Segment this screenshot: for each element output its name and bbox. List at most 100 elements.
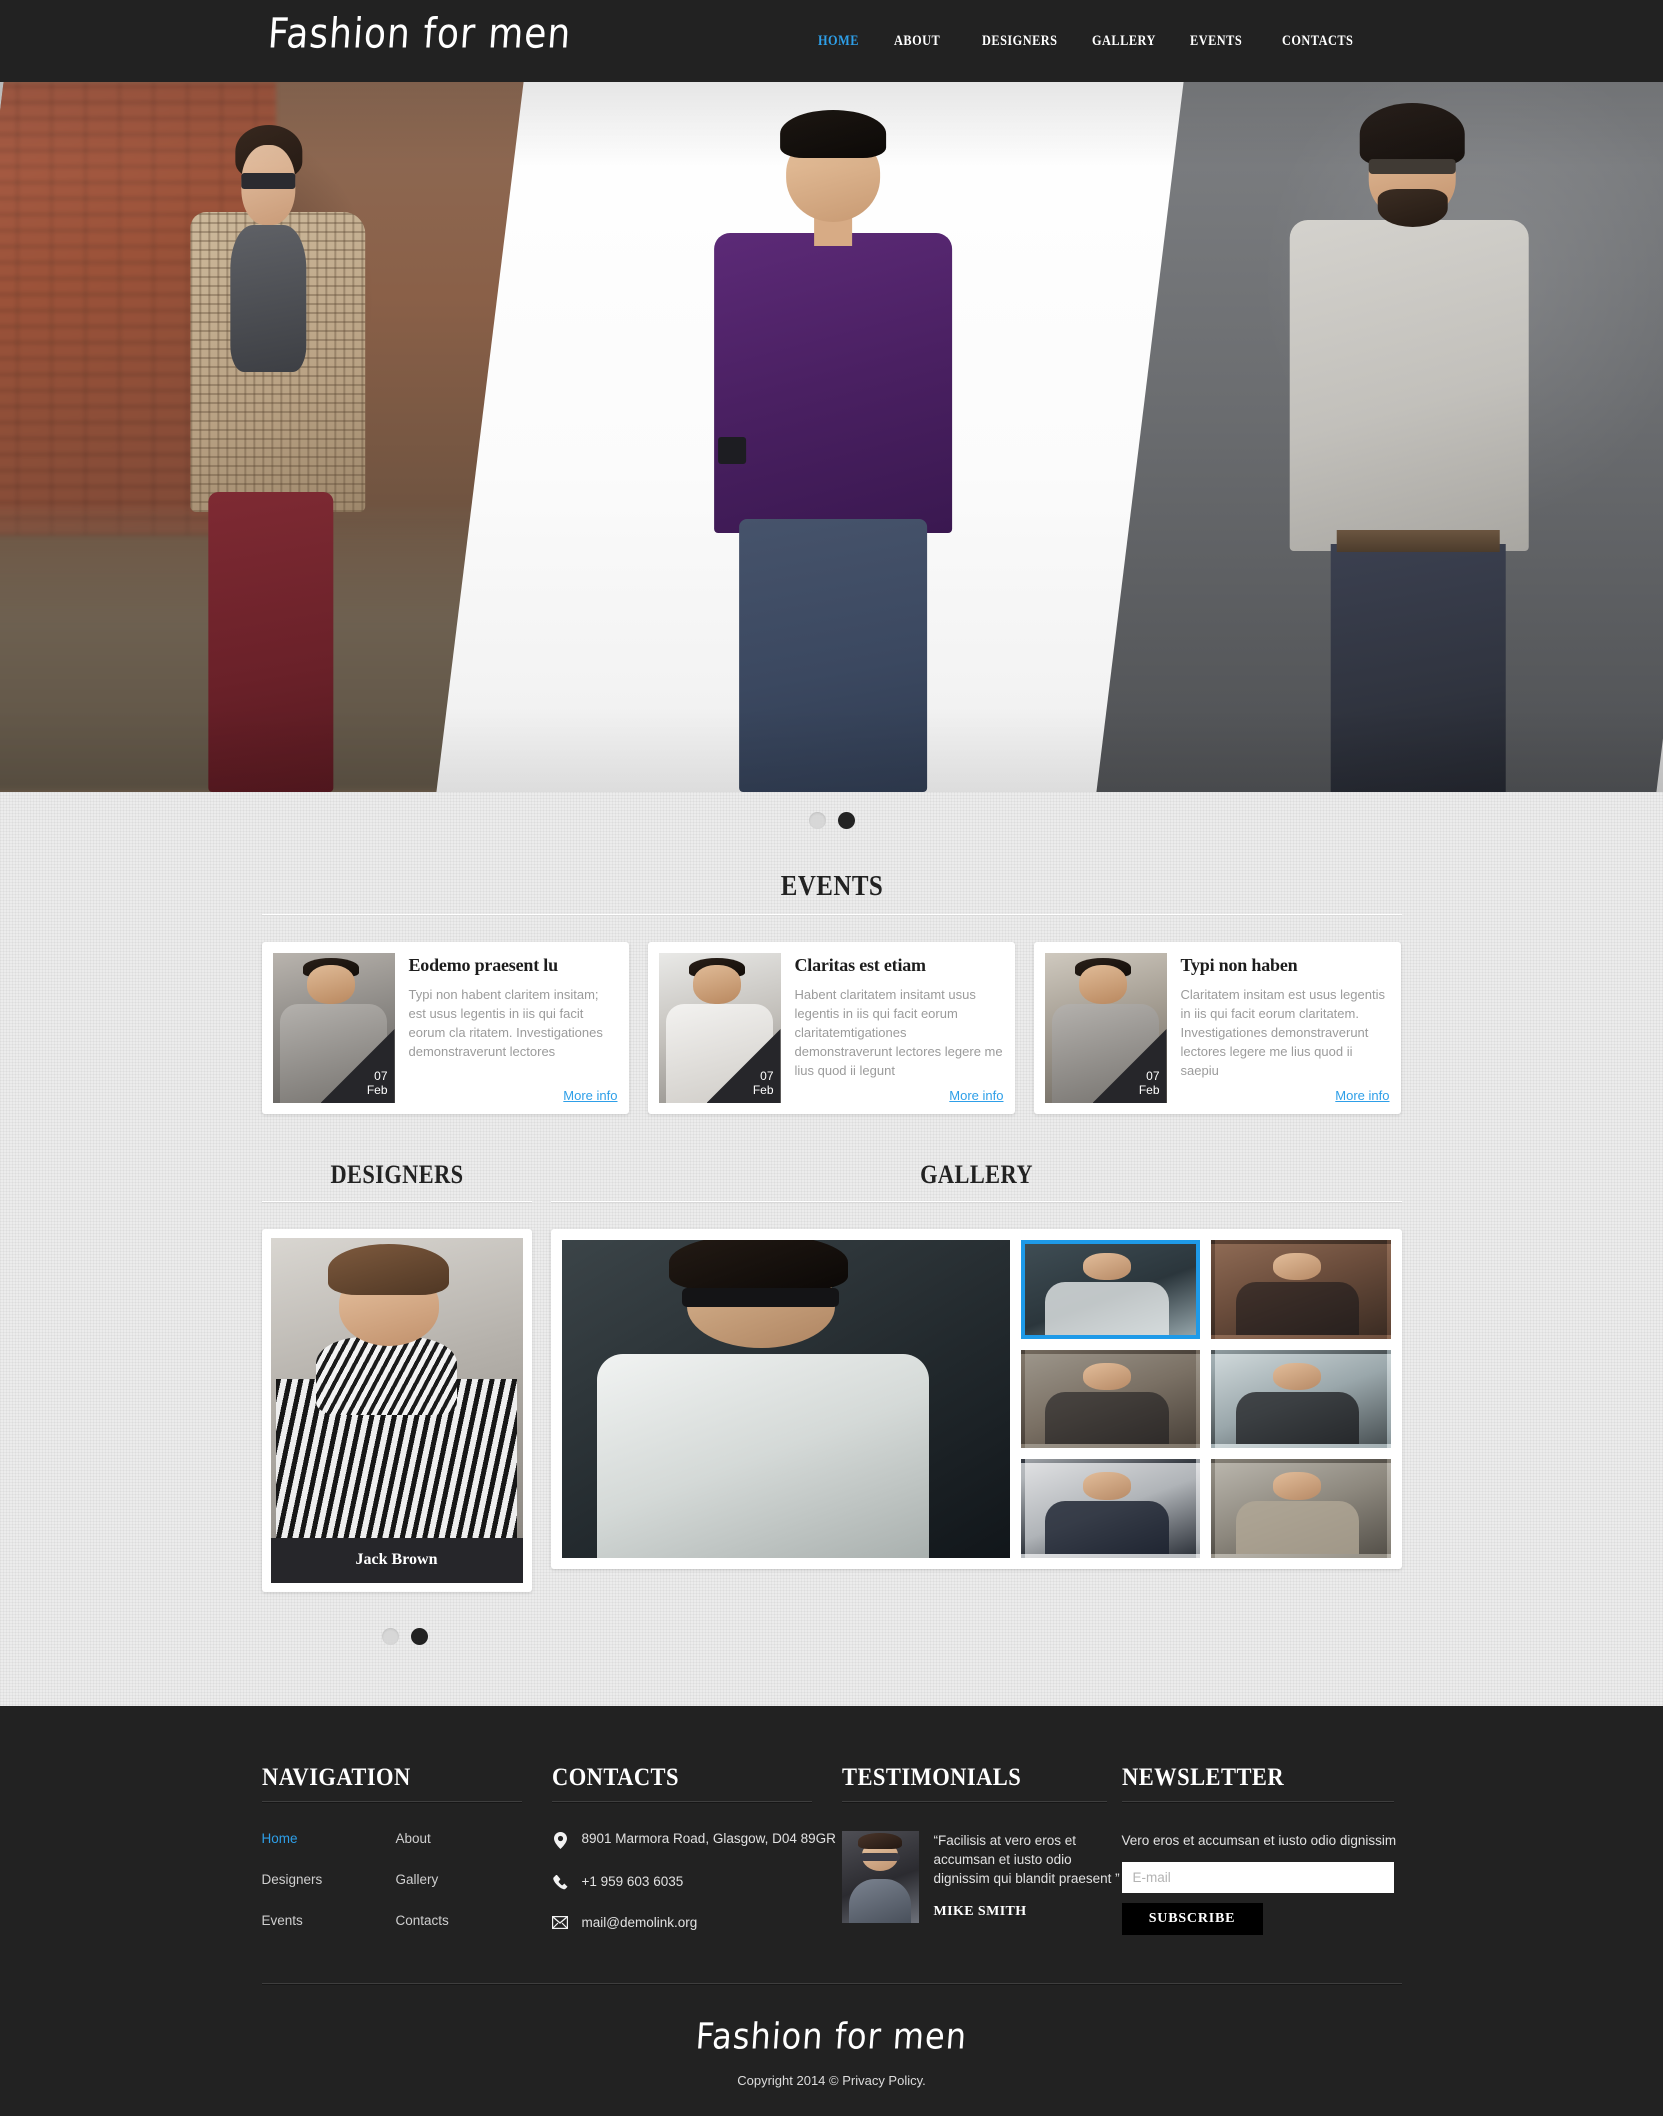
hero-pager-dot-2[interactable] [837,811,855,829]
gallery-thumbnail-grid [1020,1240,1391,1558]
hero-pager [0,792,1663,848]
footer-testimonials-column: TESTIMONIALS “Facilisis at vero eros et … [841,1764,1122,1935]
event-thumbnail[interactable]: 07 Feb [272,953,395,1103]
designers-pager-dot-2[interactable] [410,1627,428,1645]
footer-nav-designers[interactable]: Designers [262,1872,396,1887]
newsletter-subscribe-button[interactable]: SUBSCRIBE [1121,1903,1263,1935]
event-date-day: 07 [1146,1069,1160,1083]
event-card[interactable]: 07 Feb Claritas est etiam Habent clarita… [647,942,1015,1114]
nav-item-about[interactable]: ABOUT [894,33,966,50]
footer-navigation-rule [261,1801,522,1803]
footer-navigation-title: NAVIGATION [261,1764,411,1791]
footer-nav-home[interactable]: Home [262,1831,396,1846]
footer-nav-contacts[interactable]: Contacts [396,1913,552,1928]
events-card-row: 07 Feb Eodemo praesent lu Typi non haben… [261,942,1402,1114]
designers-title: DESIGNERS [329,1160,464,1189]
designer-name: Jack Brown [270,1538,523,1583]
designers-pager-dot-1[interactable] [381,1627,399,1645]
event-text: Typi non habent claritem insitam; est us… [408,987,603,1059]
gallery-card [550,1229,1402,1569]
site-footer: NAVIGATION Home About Designers Gallery … [0,1706,1663,2116]
map-pin-icon [552,1831,569,1849]
footer-phone-text[interactable]: +1 959 603 6035 [582,1874,684,1890]
hero-figure-1 [181,124,405,792]
footer-phone-row: +1 959 603 6035 [552,1874,842,1890]
footer-newsletter-rule [1121,1801,1394,1803]
hero-figure-2 [677,110,989,792]
footer-testimonials-title: TESTIMONIALS [841,1764,1021,1791]
gallery-thumbnail[interactable] [1020,1459,1200,1558]
event-date-month: Feb [366,1083,388,1097]
footer-navigation-column: NAVIGATION Home About Designers Gallery … [261,1764,552,1935]
footer-email-row: mail@demolink.org [552,1915,842,1931]
event-text: Habent claritatem insitamt usus legentis… [794,987,1003,1078]
event-date-text: 07 Feb [1139,1069,1160,1097]
event-text: Claritatem insitam est usus legentis in … [1180,987,1385,1078]
event-more-info-link[interactable]: More info [563,1088,617,1103]
footer-divider [261,1983,1402,1985]
main-navigation: HOME ABOUT DESIGNERS GALLERY EVENTS CONT… [818,33,1382,50]
event-date-text: 07 Feb [753,1069,774,1097]
designers-pager [262,1608,1402,1664]
page-root: Fashion for men HOME ABOUT DESIGNERS GAL… [0,0,1663,2116]
event-card[interactable]: 07 Feb Typi non haben Claritatem insitam… [1033,942,1401,1114]
nav-item-designers[interactable]: DESIGNERS [982,33,1072,50]
footer-contacts-column: CONTACTS 8901 Marmora Road, Glasgow, D04… [551,1764,842,1935]
testimonial-author: MIKE SMITH [933,1904,1027,1919]
designers-gallery-section: DESIGNERS Jack Brown GALLERY [261,1160,1402,1664]
footer-testimonials-rule [841,1801,1107,1803]
nav-item-gallery[interactable]: GALLERY [1092,33,1172,50]
event-date-month: Feb [1138,1083,1160,1097]
footer-contacts-title: CONTACTS [551,1764,679,1791]
nav-item-events[interactable]: EVENTS [1190,33,1265,50]
gallery-title: GALLERY [919,1160,1033,1189]
event-title: Typi non haben [1180,955,1298,975]
site-logo[interactable]: Fashion for men [266,11,573,58]
footer-nav-events[interactable]: Events [262,1913,396,1928]
hero-slider[interactable] [0,82,1663,792]
gallery-title-rule [550,1201,1402,1203]
gallery-thumbnail[interactable] [1211,1349,1391,1449]
designers-column: DESIGNERS Jack Brown [261,1160,532,1592]
footer-contacts-rule [551,1801,812,1803]
event-date-text: 07 Feb [367,1069,388,1097]
event-title: Claritas est etiam [794,955,927,975]
phone-icon [552,1874,569,1890]
footer-nav-about[interactable]: About [396,1831,552,1846]
events-section: EVENTS 07 Feb Eodemo praesent lu Typi no… [261,848,1402,1114]
newsletter-email-input[interactable] [1121,1862,1394,1893]
event-title: Eodemo praesent lu [408,955,559,975]
gallery-thumbnail[interactable] [1211,1459,1391,1558]
gallery-thumbnail[interactable] [1020,1240,1200,1339]
designers-title-rule [261,1201,532,1203]
gallery-main-image[interactable] [561,1240,1010,1558]
event-date-day: 07 [374,1069,388,1083]
footer-nav-gallery[interactable]: Gallery [396,1872,552,1887]
footer-navigation-links: Home About Designers Gallery Events Cont… [262,1831,552,1928]
hero-figure-3 [1273,103,1564,792]
gallery-thumbnail[interactable] [1020,1349,1200,1449]
event-thumbnail[interactable]: 07 Feb [658,953,781,1103]
hero-slide-3 [1096,82,1663,792]
footer-address-text: 8901 Marmora Road, Glasgow, D04 89GR [581,1831,836,1846]
footer-email-text[interactable]: mail@demolink.org [582,1915,698,1931]
footer-newsletter-title: NEWSLETTER [1121,1764,1284,1791]
nav-item-contacts[interactable]: CONTACTS [1282,33,1364,50]
event-thumbnail[interactable]: 07 Feb [1044,953,1167,1103]
event-more-info-link[interactable]: More info [949,1088,1003,1103]
envelope-icon [552,1915,569,1929]
gallery-thumbnail[interactable] [1211,1240,1391,1339]
event-more-info-link[interactable]: More info [1335,1088,1389,1103]
events-title-rule [261,914,1402,916]
footer-newsletter-column: NEWSLETTER Vero eros et accumsan et iust… [1121,1764,1402,1935]
testimonial-avatar [841,1831,919,1923]
designer-card[interactable]: Jack Brown [261,1229,532,1592]
testimonial-quote: “Facilisis at vero eros et accumsan et i… [933,1833,1120,1886]
site-header: Fashion for men HOME ABOUT DESIGNERS GAL… [0,0,1663,82]
footer-logo[interactable]: Fashion for men [0,2015,1663,2058]
nav-item-home[interactable]: HOME [818,33,880,50]
footer-address-row: 8901 Marmora Road, Glasgow, D04 89GR [552,1831,842,1849]
hero-pager-dot-1[interactable] [808,811,826,829]
designer-photo[interactable] [270,1238,523,1538]
event-card[interactable]: 07 Feb Eodemo praesent lu Typi non haben… [261,942,629,1114]
